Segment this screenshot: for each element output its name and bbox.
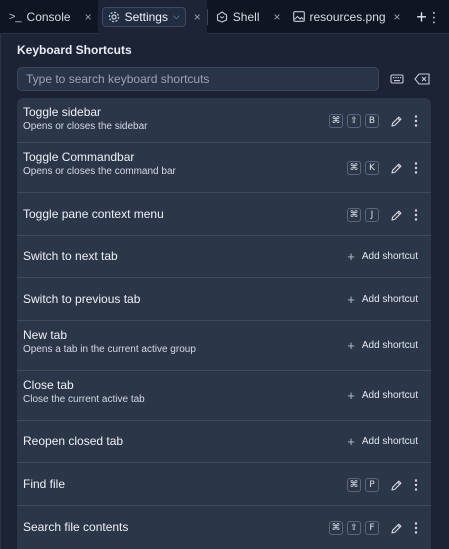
shortcut-label: Close tab	[23, 378, 74, 392]
key-combo: ⌘ K	[347, 161, 379, 175]
more-options-icon[interactable]	[414, 209, 418, 221]
close-icon[interactable]: ×	[194, 10, 201, 24]
tab-label: resources.png	[309, 9, 386, 24]
shortcut-description: Opens or closes the command bar	[23, 166, 176, 177]
shortcut-row: Toggle pane context menu ⌘ J	[17, 193, 431, 236]
image-icon	[292, 11, 305, 22]
key-cap: P	[365, 478, 379, 492]
more-options-icon[interactable]	[414, 162, 418, 174]
shortcut-description: Opens or closes the sidebar	[23, 121, 148, 132]
key-cap: ⌘	[347, 208, 361, 222]
shortcut-row: Search file contents ⌘ ⇧ F	[17, 506, 431, 549]
tab-shell[interactable]: Shell ×	[208, 0, 287, 34]
key-combo: ⌘ ⇧ B	[329, 114, 379, 128]
plus-icon: +	[347, 249, 355, 264]
shortcut-label: Switch to next tab	[23, 249, 118, 263]
key-combo: ⌘ P	[347, 478, 379, 492]
key-combo: ⌘ J	[347, 208, 379, 222]
add-shortcut-button[interactable]: + Add shortcut	[347, 338, 418, 353]
key-cap: B	[365, 114, 379, 128]
add-shortcut-label: Add shortcut	[361, 390, 418, 401]
page-title: Keyboard Shortcuts	[17, 43, 132, 57]
shortcut-row: Find file ⌘ P	[17, 463, 431, 506]
add-shortcut-button[interactable]: + Add shortcut	[347, 292, 418, 307]
terminal-icon: >_	[9, 10, 22, 23]
shortcut-description: Close the current active tab	[23, 394, 145, 405]
shortcut-label: Toggle pane context menu	[23, 207, 164, 221]
edit-icon[interactable]	[390, 209, 403, 222]
key-cap: ⌘	[347, 478, 361, 492]
edit-icon[interactable]	[390, 115, 403, 128]
key-combo: ⌘ ⇧ F	[329, 521, 379, 535]
tab-bar: >_ Console × Settings ⌵ × Shell × resour…	[0, 0, 449, 34]
close-icon[interactable]: ×	[85, 10, 92, 24]
shortcut-label: Switch to previous tab	[23, 292, 141, 306]
clear-search-icon[interactable]	[414, 73, 430, 85]
key-cap: F	[365, 521, 379, 535]
shortcut-label: Reopen closed tab	[23, 434, 124, 448]
chevron-down-icon[interactable]: ⌵	[173, 11, 180, 22]
plus-icon: +	[347, 434, 355, 449]
plus-icon: +	[347, 388, 355, 403]
shortcut-row: Toggle sidebar Opens or closes the sideba…	[17, 98, 431, 143]
gear-icon	[108, 11, 120, 23]
key-cap: ⌘	[329, 114, 343, 128]
tab-label: Settings	[124, 9, 168, 24]
shortcut-row: Reopen closed tab + Add shortcut	[17, 421, 431, 463]
more-options-icon[interactable]	[414, 522, 418, 534]
tab-console[interactable]: >_ Console ×	[0, 0, 98, 34]
tab-label: Shell	[232, 9, 260, 24]
add-shortcut-label: Add shortcut	[361, 251, 418, 262]
edit-icon[interactable]	[390, 479, 403, 492]
shortcut-row: Toggle Commandbar Opens or closes the com…	[17, 143, 431, 193]
settings-pane: Keyboard Shortcuts Toggle sidebar Opens o…	[0, 34, 449, 549]
shortcut-description: Opens a tab in the current active group	[23, 344, 196, 355]
key-cap: ⇧	[347, 521, 361, 535]
tab-menu-icon[interactable]: ⋮	[427, 0, 441, 34]
tab-resources[interactable]: resources.png ×	[287, 0, 407, 34]
shortcut-label: Search file contents	[23, 520, 129, 534]
shortcut-row: Switch to next tab + Add shortcut	[17, 236, 431, 278]
close-icon[interactable]: ×	[394, 10, 401, 24]
add-shortcut-label: Add shortcut	[361, 340, 418, 351]
plus-icon: +	[347, 338, 355, 353]
shortcut-row: Switch to previous tab + Add shortcut	[17, 278, 431, 321]
key-cap: K	[365, 161, 379, 175]
plus-icon: +	[347, 292, 355, 307]
shortcut-label: Find file	[23, 477, 66, 491]
add-shortcut-button[interactable]: + Add shortcut	[347, 249, 418, 264]
key-cap: ⌘	[347, 161, 361, 175]
tab-label: Console	[26, 9, 71, 24]
keyboard-icon[interactable]	[390, 72, 404, 86]
key-cap: ⌘	[329, 521, 343, 535]
edit-icon[interactable]	[390, 162, 403, 175]
key-cap: ⇧	[347, 114, 361, 128]
shortcut-list: Toggle sidebar Opens or closes the sideba…	[17, 98, 431, 549]
shell-icon	[216, 10, 228, 23]
shortcut-label: New tab	[23, 328, 68, 342]
tab-settings[interactable]: Settings ⌵ ×	[97, 0, 207, 34]
edit-icon[interactable]	[390, 522, 403, 535]
key-cap: J	[365, 208, 379, 222]
add-shortcut-label: Add shortcut	[361, 436, 418, 447]
shortcut-label: Toggle Commandbar	[23, 150, 135, 164]
add-shortcut-label: Add shortcut	[361, 294, 418, 305]
shortcut-row: New tab Opens a tab in the current active…	[17, 321, 431, 371]
add-shortcut-button[interactable]: + Add shortcut	[347, 434, 418, 449]
more-options-icon[interactable]	[414, 115, 418, 127]
close-icon[interactable]: ×	[273, 10, 280, 24]
add-shortcut-button[interactable]: + Add shortcut	[347, 388, 418, 403]
shortcut-label: Toggle sidebar	[23, 105, 102, 119]
shortcut-row: Close tab Close the current active tab + Ad…	[17, 371, 431, 421]
more-options-icon[interactable]	[414, 479, 418, 491]
search-input[interactable]	[17, 67, 379, 91]
